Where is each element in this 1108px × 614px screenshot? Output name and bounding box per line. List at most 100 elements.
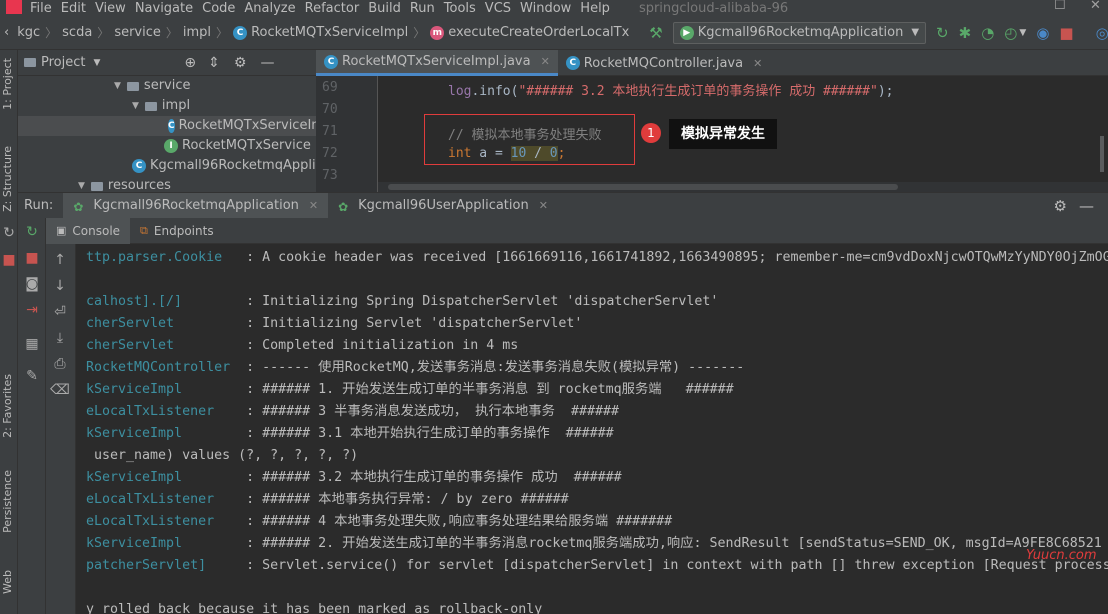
gear-icon[interactable]: ⚙ — [234, 55, 247, 71]
layout-icon[interactable]: ▦ — [18, 336, 46, 352]
menu-help[interactable]: Help — [580, 1, 610, 16]
run-tab-rocketmq-app[interactable]: ✿ Kgcmall96RocketmqApplication ✕ — [63, 192, 329, 219]
tree-item-rocketmqtxserviceimpl[interactable]: CRocketMQTxServiceImpl — [18, 116, 316, 136]
menu-edit[interactable]: Edit — [61, 1, 86, 16]
console-line: eLocalTxListener : ###### 本地事务执行异常: / by… — [86, 489, 569, 511]
breadcrumb-scda[interactable]: scda — [62, 25, 92, 40]
tree-item-label: impl — [161, 98, 191, 113]
tree-item-resources[interactable]: ▼ resources — [78, 176, 171, 192]
run-config-select[interactable]: ▶ Kgcmall96RocketmqApplication ▼ — [672, 21, 927, 44]
structure-tool-button[interactable]: Z: Structure — [1, 146, 14, 212]
console-logger: kServiceImpl — [86, 470, 239, 485]
code-editor[interactable]: log.info("###### 3.2 本地执行生成订单的事务操作 成功 ##… — [378, 76, 1108, 192]
console-logger: ttp.parser.Cookie — [86, 250, 239, 265]
persistence-tool-button[interactable]: Persistence — [1, 470, 14, 533]
project-panel-title[interactable]: Project — [41, 55, 85, 70]
coverage-icon[interactable]: ◔ — [981, 24, 994, 42]
tree-item-service[interactable]: ▼ service — [114, 76, 191, 96]
breadcrumb-impl[interactable]: impl — [183, 25, 211, 40]
console-message: : ###### 1. 开始发送生成订单的半事务消息 到 rocketmq服务端… — [238, 382, 734, 397]
close-tab-icon[interactable]: ✕ — [753, 57, 762, 70]
exit-icon[interactable]: ⇥ — [18, 302, 46, 318]
search-everywhere-icon[interactable]: ◎ — [1096, 24, 1108, 42]
stop-icon[interactable]: ■ — [18, 250, 46, 266]
rerun-icon[interactable]: ↻ — [18, 224, 46, 240]
camera-icon[interactable]: ◙ — [18, 276, 46, 292]
console-output[interactable]: ttp.parser.Cookie : A cookie header was … — [76, 244, 1108, 614]
back-arrow-icon[interactable]: ‹ — [4, 25, 9, 40]
console-tab[interactable]: ▣ Console — [46, 217, 131, 244]
menu-window[interactable]: Window — [520, 1, 571, 16]
locate-icon[interactable]: ⊕ — [184, 55, 196, 71]
editor-tab-bar: C RocketMQTxServiceImpl.java ✕ C RocketMQCo… — [316, 50, 1108, 76]
clear-icon[interactable]: ⌫ — [46, 382, 74, 398]
menu-refactor[interactable]: Refactor — [305, 1, 360, 16]
menu-view[interactable]: View — [95, 1, 126, 16]
project-tool-button[interactable]: 1: Project — [1, 58, 14, 110]
close-tab-icon[interactable]: ✕ — [539, 199, 548, 212]
console-line: user_name) values (?, ?, ?, ?, ?) — [86, 445, 358, 467]
collapse-icon[interactable]: ⇕ — [208, 55, 220, 71]
menu-build[interactable]: Build — [368, 1, 401, 16]
scroll-up-icon[interactable]: ↑ — [46, 252, 74, 268]
close-tab-icon[interactable]: ✕ — [309, 199, 318, 212]
menu-tools[interactable]: Tools — [444, 1, 476, 16]
project-panel: Project ▼ ⊕ ⇕ ⚙ — ▼ service ▼ impl C Rocket… — [18, 50, 316, 192]
favorites-tool-button[interactable]: 2: Favorites — [1, 374, 14, 438]
maximize-icon[interactable]: ☐ — [1054, 0, 1066, 13]
breadcrumb-kgc[interactable]: kgc — [17, 25, 40, 40]
editor-vertical-scrollbar[interactable] — [1100, 136, 1104, 172]
tree-item-rocketmqtxservice[interactable]: I RocketMQTxService — [164, 136, 311, 156]
left-tool-stripe: 1: Project Z: Structure ↻ ■ 2: Favorites… — [0, 50, 18, 614]
intellij-logo-icon — [6, 0, 22, 14]
menu-run[interactable]: Run — [410, 1, 435, 16]
tree-item-impl[interactable]: ▼ impl — [132, 96, 190, 116]
folder-icon — [144, 101, 157, 111]
menu-navigate[interactable]: Navigate — [135, 1, 193, 16]
endpoints-tab[interactable]: ⧉ Endpoints — [130, 218, 224, 244]
profile-dropdown-icon[interactable]: ▼ — [1019, 28, 1026, 38]
print-icon[interactable]: ⎙ — [46, 356, 74, 372]
menu-analyze[interactable]: Analyze — [244, 1, 295, 16]
breadcrumb-class[interactable]: C RocketMQTxServiceImpl — [233, 25, 408, 40]
rerun-icon[interactable]: ↻ — [936, 24, 949, 42]
class-icon: C — [168, 119, 175, 133]
scroll-to-end-icon[interactable]: ⤓ — [46, 330, 74, 346]
debug-bug-icon[interactable]: ✱ — [959, 24, 972, 42]
class-icon: C — [565, 56, 580, 70]
close-tab-icon[interactable]: ✕ — [541, 55, 550, 68]
scroll-down-icon[interactable]: ↓ — [46, 278, 74, 294]
breadcrumb-separator-icon: 〉 — [216, 26, 229, 40]
menu-file[interactable]: File — [30, 1, 52, 16]
gear-icon[interactable]: ⚙ — [1054, 197, 1067, 215]
menu-vcs[interactable]: VCS — [485, 1, 511, 16]
tree-item-application[interactable]: C Kgcmall96RocketmqApplicat — [132, 156, 316, 176]
menu-code[interactable]: Code — [202, 1, 235, 16]
web-tool-button[interactable]: Web — [1, 570, 14, 594]
folder-icon — [90, 181, 103, 191]
breadcrumb-separator-icon: 〉 — [45, 26, 58, 40]
run-tab-user-app[interactable]: ✿ Kgcmall96UserApplication ✕ — [328, 193, 558, 219]
hide-icon[interactable]: — — [260, 55, 274, 71]
editor-horizontal-scrollbar[interactable] — [388, 184, 898, 190]
run-tab-label: Kgcmall96RocketmqApplication — [93, 198, 299, 213]
pin-icon[interactable]: ✎ — [18, 368, 46, 384]
editor-tab-rocketmqtxserviceimpl[interactable]: C RocketMQTxServiceImpl.java ✕ — [316, 50, 558, 76]
console-logger: eLocalTxListener — [86, 404, 239, 419]
soft-wrap-icon[interactable]: ⏎ — [46, 304, 74, 320]
expand-arrow-icon: ▼ — [78, 181, 85, 191]
console-message: : ###### 3 半事务消息发送成功， 执行本地事务 ###### — [238, 404, 619, 419]
build-hammer-icon[interactable]: ⚒ — [649, 24, 662, 42]
chevron-down-icon[interactable]: ▼ — [93, 58, 100, 68]
editor-tab-rocketmqcontroller[interactable]: C RocketMQController.java ✕ — [558, 50, 771, 76]
endpoints-icon: ⧉ — [140, 223, 148, 237]
close-icon[interactable]: ✕ — [1090, 0, 1101, 13]
hide-icon[interactable]: — — [1079, 197, 1094, 215]
update-running-icon[interactable]: ◉ — [1036, 24, 1049, 42]
profile-icon[interactable]: ◴ — [1004, 24, 1017, 42]
stop-icon[interactable]: ■ — [1059, 24, 1073, 42]
code-token: ); — [877, 84, 894, 99]
breadcrumb-method[interactable]: m executeCreateOrderLocalTx — [430, 25, 629, 40]
line-number: 69 — [322, 80, 338, 95]
breadcrumb-service[interactable]: service — [114, 25, 161, 40]
